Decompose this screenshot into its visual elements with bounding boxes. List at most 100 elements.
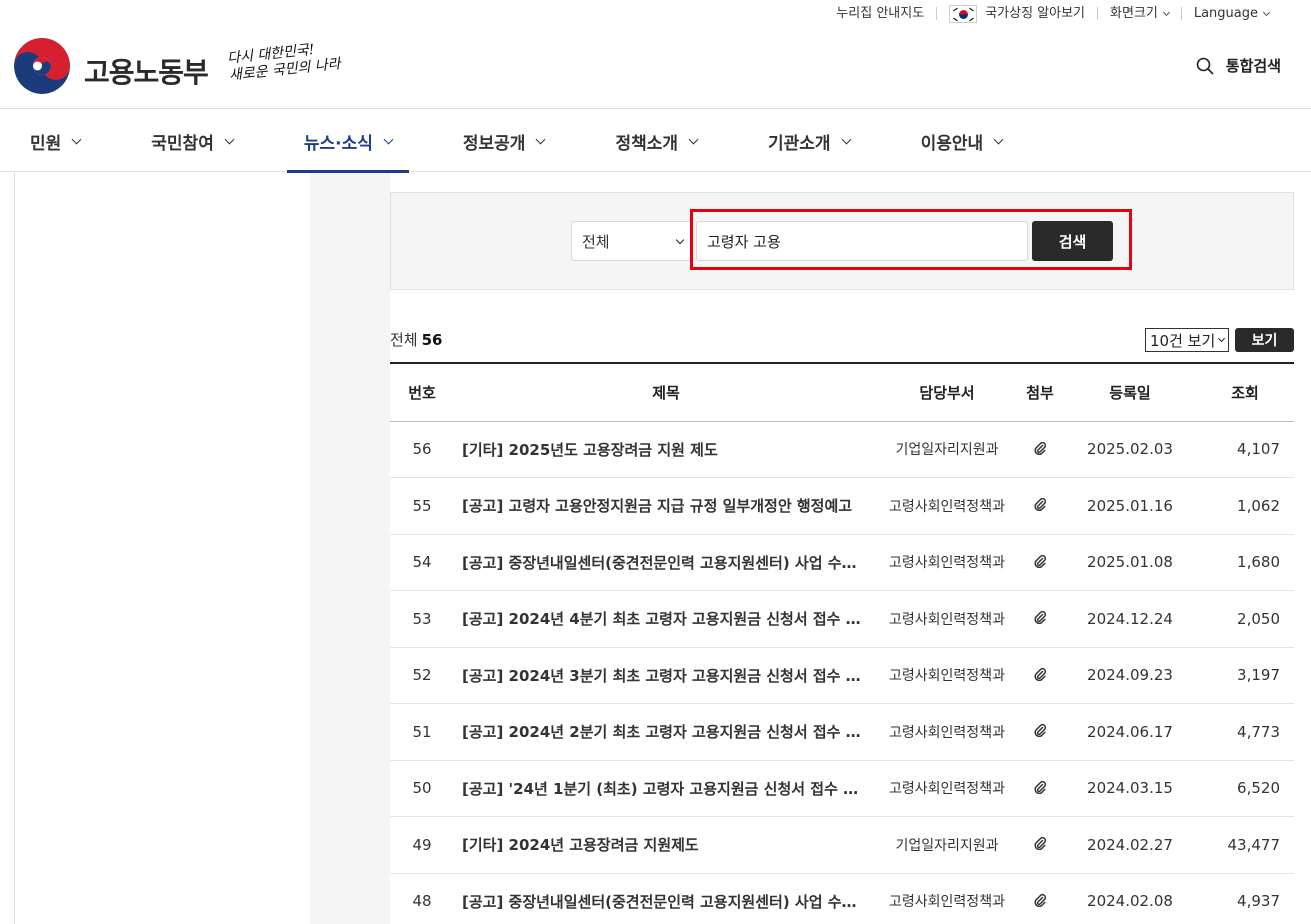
- chevron-down-icon: [688, 134, 699, 144]
- row-views: 1,062: [1196, 477, 1294, 535]
- chevron-down-icon: [1217, 334, 1226, 343]
- row-attachment[interactable]: [1016, 590, 1064, 648]
- screen-size-label: 화면크기: [1110, 6, 1158, 21]
- attachment-clip-icon[interactable]: [1033, 667, 1047, 685]
- national-symbols-link[interactable]: 국가상징 알아보기: [936, 4, 1097, 23]
- chevron-down-icon: [993, 134, 1004, 144]
- chevron-down-icon: [841, 134, 852, 144]
- search-button[interactable]: 검색: [1032, 221, 1113, 261]
- nav-menu-label: 정보공개: [462, 133, 526, 154]
- row-attachment[interactable]: [1016, 421, 1064, 478]
- language-label: Language: [1193, 6, 1258, 21]
- search-input[interactable]: 고령자 고용: [696, 221, 1028, 261]
- row-views: 4,937: [1196, 873, 1294, 924]
- attachment-clip-icon[interactable]: [1033, 893, 1047, 911]
- row-number: 56: [390, 421, 454, 478]
- nav-menu-item[interactable]: 기관소개: [751, 110, 867, 172]
- row-views: 6,520: [1196, 760, 1294, 817]
- total-count-value: 56: [421, 331, 443, 349]
- attachment-clip-icon[interactable]: [1033, 836, 1047, 854]
- nav-menu-label: 정책소개: [615, 133, 678, 154]
- total-search-button[interactable]: 통합검색: [1196, 55, 1281, 76]
- row-number: 53: [390, 590, 454, 648]
- table-row: 54 [공고] 중장년내일센터(중견전문인력 고용지원센터) 사업 수… 고령사회인…: [390, 534, 1294, 591]
- row-title-link[interactable]: [기타] 2025년도 고용장려금 지원 제도: [454, 421, 878, 478]
- column-header: 첨부: [1016, 362, 1064, 422]
- row-title-link[interactable]: [공고] 중장년내일센터(중견전문인력 고용지원센터) 사업 수…: [454, 534, 878, 591]
- attachment-clip-icon[interactable]: [1033, 723, 1047, 741]
- row-title-link[interactable]: [공고] 중장년내일센터(중견전문인력 고용지원센터) 사업 수…: [454, 873, 878, 924]
- view-button[interactable]: 보기: [1235, 328, 1294, 352]
- table-row: 48 [공고] 중장년내일센터(중견전문인력 고용지원센터) 사업 수… 고령사회인…: [390, 873, 1294, 924]
- table-row: 55 [공고] 고령자 고용안정지원금 지급 규정 일부개정안 행정예고 고령사회인…: [390, 477, 1294, 535]
- board-search-box: 전체 고령자 고용 검색: [390, 192, 1294, 290]
- row-attachment[interactable]: [1016, 760, 1064, 817]
- row-date: 2025.01.16: [1064, 477, 1196, 535]
- column-header: 등록일: [1064, 362, 1196, 422]
- row-attachment[interactable]: [1016, 477, 1064, 535]
- per-page-value: 10건 보기: [1150, 331, 1216, 350]
- row-views: 2,050: [1196, 590, 1294, 648]
- sitemap-label: 누리집 안내지도: [836, 6, 925, 21]
- main-nav: 민원 국민참여 뉴스·소식 정보공개 정책소개 기관소개 이용안내: [0, 110, 1311, 173]
- chevron-down-icon: [224, 134, 235, 144]
- row-attachment[interactable]: [1016, 534, 1064, 591]
- attachment-clip-icon[interactable]: [1033, 554, 1047, 572]
- row-title-link[interactable]: [공고] 고령자 고용안정지원금 지급 규정 일부개정안 행정예고: [454, 477, 878, 535]
- search-category-select[interactable]: 전체: [571, 221, 693, 261]
- row-number: 52: [390, 647, 454, 704]
- language-dropdown[interactable]: Language: [1180, 6, 1281, 21]
- nav-menu-item[interactable]: 정보공개: [446, 110, 562, 172]
- row-date: 2024.09.23: [1064, 647, 1196, 704]
- nav-menu-item[interactable]: 이용안내: [904, 110, 1020, 172]
- row-department: 고령사회인력정책과: [878, 873, 1016, 924]
- total-count-label: 전체: [390, 331, 418, 349]
- left-sidebar: [14, 173, 310, 924]
- row-views: 3,197: [1196, 647, 1294, 704]
- nav-menu-item[interactable]: 정책소개: [598, 110, 714, 172]
- screen-size-dropdown[interactable]: 화면크기: [1097, 7, 1181, 20]
- ministry-name[interactable]: 고용노동부: [84, 51, 209, 91]
- row-department: 고령사회인력정책과: [878, 703, 1016, 761]
- utility-bar: 누리집 안내지도 국가상징 알아보기 화면크기 Language: [824, 0, 1281, 27]
- ministry-emblem-icon[interactable]: [14, 38, 70, 94]
- attachment-clip-icon[interactable]: [1033, 441, 1047, 459]
- per-page-select[interactable]: 10건 보기: [1145, 328, 1229, 352]
- search-category-value: 전체: [582, 232, 610, 251]
- attachment-clip-icon[interactable]: [1033, 610, 1047, 628]
- chevron-down-icon: [383, 134, 394, 144]
- content-gutter: [310, 173, 390, 924]
- row-title-link[interactable]: [공고] 2024년 2분기 최초 고령자 고용지원금 신청서 접수 …: [454, 703, 878, 761]
- row-attachment[interactable]: [1016, 873, 1064, 924]
- row-views: 1,680: [1196, 534, 1294, 591]
- attachment-clip-icon[interactable]: [1033, 497, 1047, 515]
- nav-menu-label: 뉴스·소식: [303, 133, 373, 154]
- row-title-link[interactable]: [공고] 2024년 4분기 최초 고령자 고용지원금 신청서 접수 …: [454, 590, 878, 648]
- row-title-link[interactable]: [공고] '24년 1분기 (최초) 고령자 고용지원금 신청서 접수 …: [454, 760, 878, 817]
- column-header: 제목: [454, 362, 878, 422]
- row-title-link[interactable]: [공고] 2024년 3분기 최초 고령자 고용지원금 신청서 접수 …: [454, 647, 878, 704]
- nav-menu-item[interactable]: 민원: [13, 110, 97, 172]
- column-header: 담당부서: [878, 362, 1016, 422]
- nav-menu-item[interactable]: 국민참여: [134, 110, 250, 172]
- attachment-clip-icon[interactable]: [1033, 780, 1047, 798]
- search-input-value: 고령자 고용: [707, 232, 781, 251]
- chevron-down-icon: [1162, 8, 1170, 16]
- table-row: 50 [공고] '24년 1분기 (최초) 고령자 고용지원금 신청서 접수 … 고…: [390, 760, 1294, 817]
- row-date: 2025.02.03: [1064, 421, 1196, 478]
- row-attachment[interactable]: [1016, 647, 1064, 704]
- sitemap-link[interactable]: 누리집 안내지도: [824, 7, 936, 20]
- nav-menu-label: 국민참여: [151, 133, 214, 154]
- row-department: 기업일자리지원과: [878, 421, 1016, 478]
- row-attachment[interactable]: [1016, 703, 1064, 761]
- korean-flag-icon: [949, 4, 978, 23]
- row-date: 2024.03.15: [1064, 760, 1196, 817]
- row-title-link[interactable]: [기타] 2024년 고용장려금 지원제도: [454, 816, 878, 874]
- row-attachment[interactable]: [1016, 816, 1064, 874]
- chevron-down-icon: [1262, 8, 1271, 16]
- row-number: 48: [390, 873, 454, 924]
- row-department: 고령사회인력정책과: [878, 760, 1016, 817]
- search-icon: [1196, 57, 1214, 75]
- nav-menu-item[interactable]: 뉴스·소식: [286, 110, 409, 173]
- total-count: 전체 56: [390, 329, 442, 350]
